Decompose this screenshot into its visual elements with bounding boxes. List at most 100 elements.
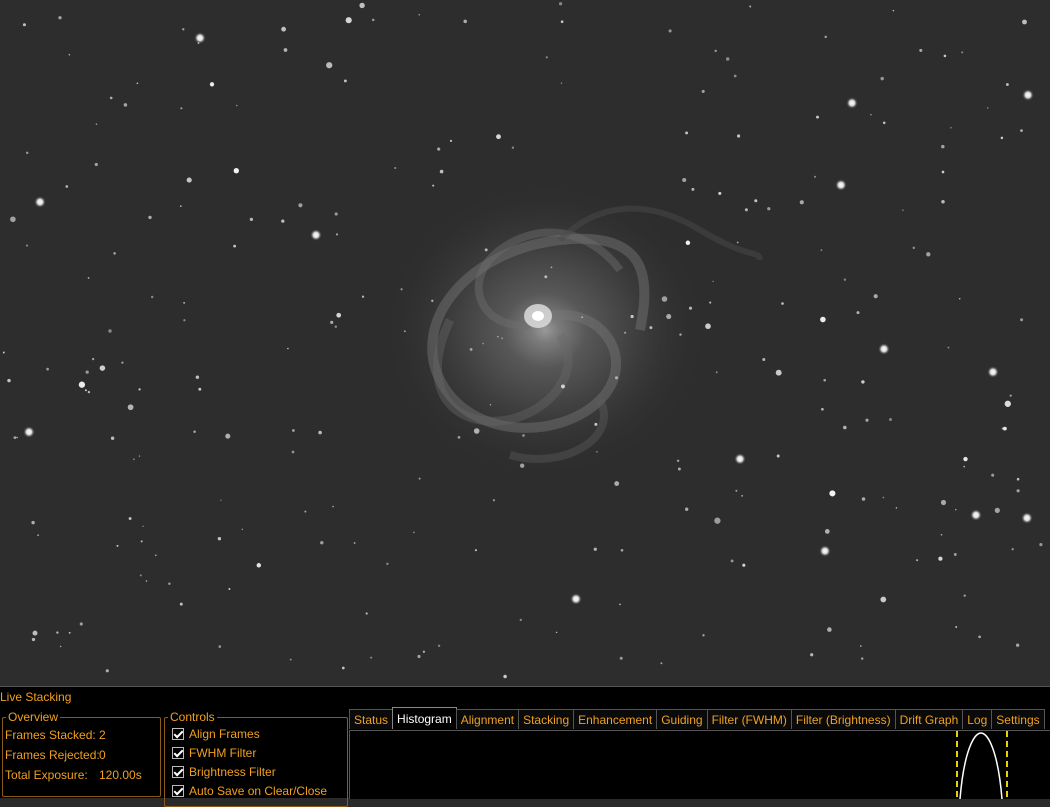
tab-drift-graph[interactable]: Drift Graph	[894, 709, 964, 729]
histogram-view[interactable]	[349, 730, 1050, 799]
tab-guiding[interactable]: Guiding	[656, 709, 708, 729]
star	[861, 380, 865, 384]
star	[712, 280, 714, 283]
star	[228, 587, 231, 591]
stacked-image-view[interactable]	[0, 0, 1050, 686]
star	[31, 520, 35, 525]
star	[334, 212, 338, 216]
tab-status[interactable]: Status	[349, 709, 394, 729]
star	[341, 666, 345, 670]
star	[484, 248, 488, 252]
star	[733, 74, 737, 78]
bright-star	[846, 97, 858, 109]
live-stacking-panel: Live Stacking Overview Frames Stacked: 2…	[0, 686, 1050, 807]
star	[233, 168, 239, 174]
checkbox-check-icon[interactable]	[172, 728, 184, 740]
star	[209, 82, 215, 87]
controls-legend: Controls	[170, 710, 215, 724]
checkbox-check-icon[interactable]	[172, 747, 184, 759]
star	[474, 549, 477, 552]
star	[550, 266, 553, 269]
star	[281, 26, 287, 32]
fwhm-filter-checkbox[interactable]: FWHM Filter	[172, 745, 256, 761]
tab-log[interactable]: Log	[962, 709, 993, 729]
star	[110, 436, 115, 440]
tab-settings[interactable]: Settings	[991, 709, 1045, 729]
total-exposure-value: 120.00s	[99, 768, 142, 782]
star	[353, 542, 356, 544]
star	[926, 252, 931, 257]
star	[56, 631, 59, 634]
star	[963, 456, 968, 462]
star	[182, 28, 185, 31]
star	[668, 29, 672, 33]
star	[994, 507, 1000, 514]
bright-star	[970, 509, 982, 521]
star	[432, 184, 435, 187]
star	[154, 554, 157, 557]
tab-filter-fwhm[interactable]: Filter (FWHM)	[706, 709, 792, 729]
star	[685, 131, 689, 135]
star	[660, 662, 663, 665]
star	[85, 370, 89, 374]
star	[1009, 394, 1012, 397]
star	[128, 517, 132, 520]
star	[361, 295, 365, 298]
star	[121, 361, 124, 364]
star	[249, 217, 254, 222]
star	[422, 650, 426, 653]
star	[821, 407, 824, 411]
star	[463, 19, 467, 24]
star	[99, 365, 106, 371]
star	[186, 177, 192, 183]
brightness-filter-checkbox[interactable]: Brightness Filter	[172, 764, 276, 780]
star	[108, 329, 112, 333]
histogram-graph	[956, 731, 1008, 799]
star	[736, 241, 739, 244]
frames-stacked-row: Frames Stacked: 2	[5, 728, 106, 742]
checkbox-check-icon[interactable]	[172, 766, 184, 778]
star	[225, 433, 231, 439]
star	[412, 531, 415, 534]
checkbox-check-icon[interactable]	[172, 785, 184, 797]
star	[950, 126, 952, 129]
star	[614, 376, 619, 380]
star	[961, 51, 964, 54]
star	[469, 347, 473, 351]
star	[68, 53, 71, 56]
star	[46, 367, 49, 371]
tab-filter-brightness[interactable]: Filter (Brightness)	[790, 709, 896, 729]
fwhm-filter-label: FWHM Filter	[189, 746, 257, 760]
tab-histogram[interactable]: Histogram	[392, 707, 457, 729]
star	[437, 644, 441, 647]
tab-stacking[interactable]: Stacking	[518, 709, 575, 729]
frames-rejected-label: Frames Rejected:	[5, 748, 100, 762]
star	[198, 387, 202, 391]
star	[289, 658, 292, 661]
star	[179, 205, 182, 207]
star	[882, 121, 886, 125]
star	[735, 489, 738, 492]
star	[619, 656, 623, 660]
align-frames-checkbox[interactable]: Align Frames	[172, 726, 260, 742]
star	[25, 151, 29, 155]
star	[503, 674, 507, 679]
tab-enhancement[interactable]: Enhancement	[573, 709, 658, 729]
star	[522, 434, 525, 437]
star	[241, 528, 244, 531]
star	[1016, 477, 1020, 481]
star	[873, 294, 878, 299]
tab-alignment[interactable]: Alignment	[455, 709, 520, 729]
star	[581, 316, 583, 318]
star	[624, 331, 627, 334]
bright-star	[1021, 512, 1033, 524]
star	[823, 378, 827, 382]
star	[59, 645, 62, 648]
bright-star	[734, 453, 746, 465]
star	[620, 548, 624, 552]
star	[963, 465, 966, 468]
star	[13, 436, 17, 440]
star	[892, 9, 895, 12]
star	[281, 219, 285, 223]
star	[1039, 543, 1043, 547]
